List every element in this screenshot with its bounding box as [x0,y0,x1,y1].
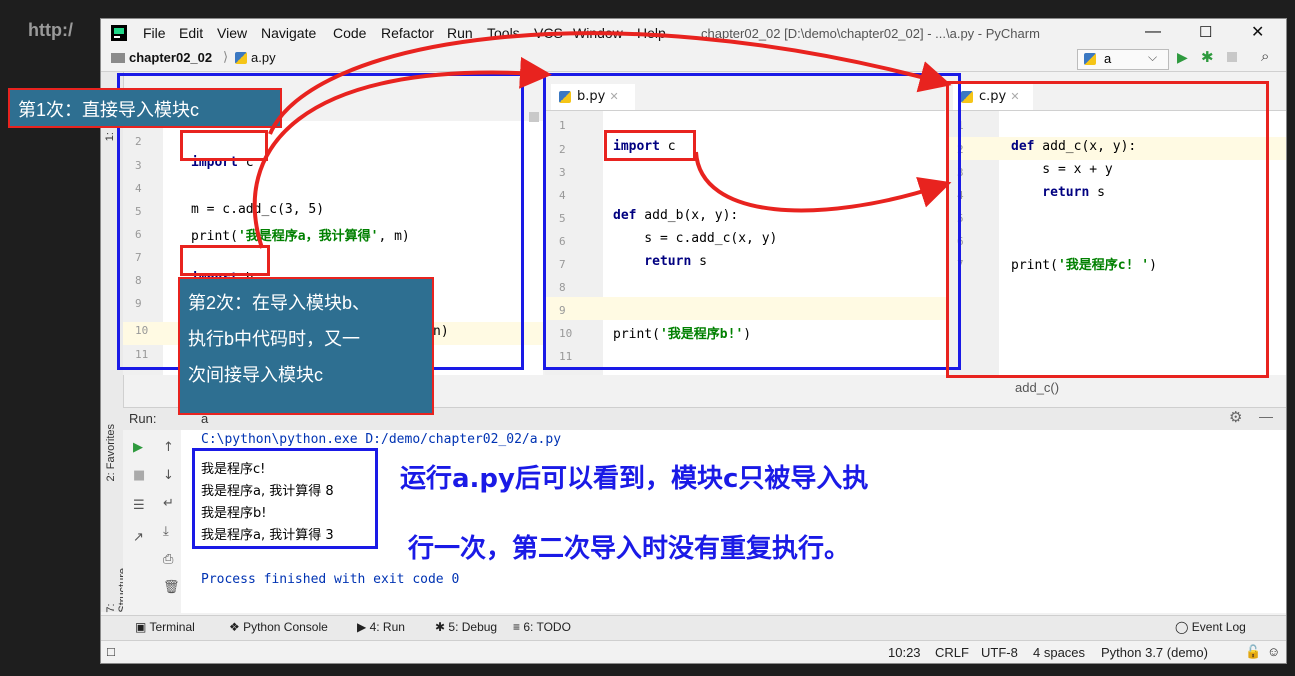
annotation-arrows [252,31,952,249]
arrow-a-to-c [268,31,952,135]
arrow-b-to-c [694,151,952,213]
